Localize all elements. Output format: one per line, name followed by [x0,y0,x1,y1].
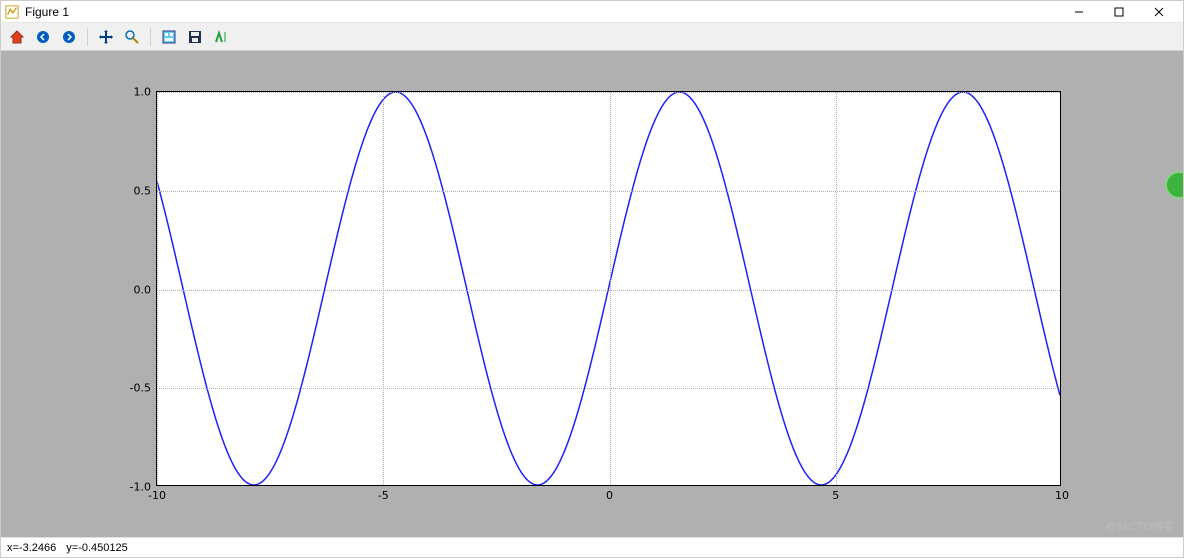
statusbar: x=-3.2466 y=-0.450125 [1,537,1183,557]
x-tick-label: 0 [606,489,613,502]
line-series [157,92,1060,485]
gridline-v [1062,92,1063,485]
y-tick-label: -0.5 [130,382,151,395]
app-icon [5,5,19,19]
x-tick-label: -10 [148,489,166,502]
plot-canvas[interactable]: -1.0-0.50.00.51.0-10-50510 [1,51,1183,537]
save-button[interactable] [185,27,205,47]
home-button[interactable] [7,27,27,47]
pan-button[interactable] [96,27,116,47]
forward-button[interactable] [59,27,79,47]
badge-icon [1165,171,1183,199]
gridline-h [157,487,1060,488]
titlebar: Figure 1 [1,1,1183,23]
x-tick-label: -5 [378,489,389,502]
gridline-h [157,290,1060,291]
toolbar-separator [150,28,151,46]
gridline-h [157,92,1060,93]
gridline-h [157,388,1060,389]
x-tick-label: 5 [832,489,839,502]
toolbar [1,23,1183,51]
figure-window: Figure 1 [0,0,1184,558]
back-button[interactable] [33,27,53,47]
watermark: @51CTO博客 [1106,518,1174,534]
x-tick-label: 10 [1055,489,1069,502]
toolbar-separator [87,28,88,46]
y-tick-label: 1.0 [134,86,152,99]
gridline-v [836,92,837,485]
gridline-h [157,191,1060,192]
gridline-v [383,92,384,485]
edit-params-button[interactable] [211,27,231,47]
y-tick-label: 0.0 [134,283,152,296]
minimize-button[interactable] [1059,1,1099,23]
close-button[interactable] [1139,1,1179,23]
status-y: y=-0.450125 [66,542,127,554]
y-tick-label: 0.5 [134,184,152,197]
maximize-button[interactable] [1099,1,1139,23]
status-x: x=-3.2466 [7,542,56,554]
window-title: Figure 1 [25,5,69,19]
zoom-button[interactable] [122,27,142,47]
gridline-v [610,92,611,485]
series-line [157,92,1060,485]
subplots-button[interactable] [159,27,179,47]
axes[interactable]: -1.0-0.50.00.51.0-10-50510 [156,91,1061,486]
gridline-v [157,92,158,485]
